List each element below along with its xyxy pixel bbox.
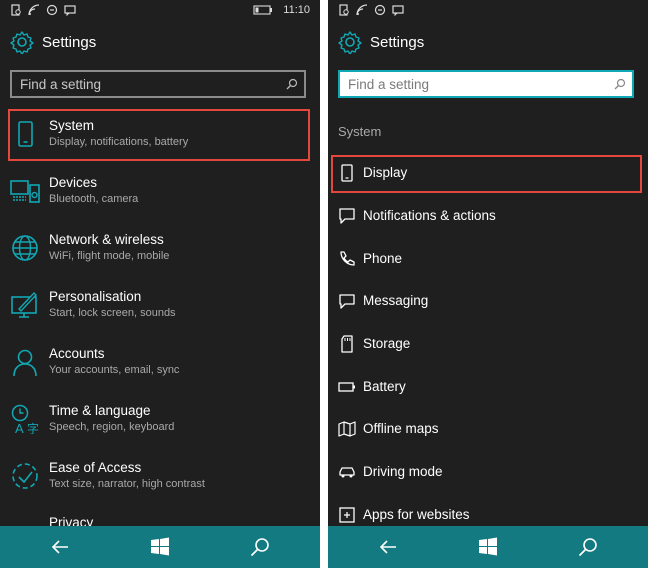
nav-bar — [328, 526, 648, 568]
setting-label: Messaging — [363, 293, 429, 308]
ease-of-access-icon — [12, 463, 38, 489]
setting-storage[interactable]: Storage — [328, 325, 648, 365]
category-description: Speech, region, keyboard — [49, 421, 175, 433]
quiet-hours-icon — [46, 4, 58, 16]
category-description: Bluetooth, camera — [49, 193, 139, 205]
search-box[interactable] — [338, 70, 634, 98]
category-description: Display, notifications, battery — [49, 136, 189, 148]
setting-offline-maps[interactable]: Offline maps — [328, 410, 648, 450]
devices-icon — [10, 180, 40, 203]
setting-label: Apps for websites — [363, 507, 470, 522]
gear-icon — [338, 31, 362, 54]
setting-label: Offline maps — [363, 421, 439, 436]
map-icon — [338, 421, 356, 437]
battery-icon — [338, 382, 355, 392]
setting-phone[interactable]: Phone — [328, 240, 648, 280]
status-bar — [328, 0, 648, 22]
setting-label: Phone — [363, 251, 403, 266]
page-header: Settings — [10, 30, 96, 54]
setting-label: Battery — [363, 379, 406, 394]
paintbrush-monitor-icon — [11, 291, 37, 318]
category-label: System — [49, 118, 95, 133]
setting-messaging[interactable]: Messaging — [328, 282, 648, 322]
wifi-icon — [28, 4, 40, 16]
category-time-language[interactable]: A字 Time & language Speech, region, keybo… — [0, 392, 320, 446]
globe-icon — [12, 235, 38, 261]
category-description: Text size, narrator, high contrast — [49, 478, 205, 490]
svg-text:字: 字 — [27, 421, 39, 434]
back-arrow-icon[interactable] — [50, 537, 70, 557]
category-ease-of-access[interactable]: Ease of Access Text size, narrator, high… — [0, 449, 320, 503]
notification-icon — [339, 4, 349, 16]
category-label: Ease of Access — [49, 460, 142, 475]
windows-logo-icon[interactable] — [150, 537, 170, 557]
app-window-icon — [339, 507, 355, 523]
setting-label: Driving mode — [363, 464, 443, 479]
search-icon[interactable] — [250, 537, 270, 557]
category-label: Personalisation — [49, 289, 142, 304]
setting-notifications[interactable]: Notifications & actions — [328, 197, 648, 237]
message-icon — [64, 5, 76, 16]
search-icon[interactable] — [578, 537, 598, 557]
category-description: Your accounts, email, sync — [49, 364, 180, 376]
quiet-hours-icon — [374, 4, 386, 16]
category-label: Accounts — [49, 346, 105, 361]
category-description: WiFi, flight mode, mobile — [49, 250, 170, 262]
category-accounts[interactable]: Accounts Your accounts, email, sync — [0, 335, 320, 389]
page-header: Settings — [338, 30, 424, 54]
category-personalisation[interactable]: Personalisation Start, lock screen, soun… — [0, 278, 320, 332]
phone-handset-icon — [340, 251, 355, 266]
person-icon — [13, 349, 37, 377]
category-description: Start, lock screen, sounds — [49, 307, 176, 319]
car-icon — [339, 467, 355, 478]
nav-bar — [0, 526, 320, 568]
windows-logo-icon[interactable] — [478, 537, 498, 557]
page-title: Settings — [42, 33, 97, 51]
status-bar: 11:10 — [0, 0, 320, 22]
phone-device-icon — [341, 164, 353, 182]
system-settings-screen: Settings System Display Notifications & … — [328, 0, 648, 568]
settings-home-screen: 11:10 Settings System Display, notificat… — [0, 0, 320, 568]
search-icon[interactable] — [614, 78, 626, 90]
setting-display[interactable]: Display — [328, 154, 648, 194]
category-network[interactable]: Network & wireless WiFi, flight mode, mo… — [0, 221, 320, 275]
category-label: Devices — [49, 175, 98, 190]
battery-icon — [253, 5, 273, 15]
phone-device-icon — [18, 121, 33, 147]
section-heading: System — [338, 124, 382, 139]
message-icon — [392, 5, 404, 16]
page-title: Settings — [370, 33, 425, 51]
sd-card-icon — [341, 335, 353, 353]
setting-battery[interactable]: Battery — [328, 368, 648, 408]
wifi-icon — [356, 4, 368, 16]
search-box[interactable] — [10, 70, 306, 98]
svg-text:A: A — [15, 421, 24, 434]
category-devices[interactable]: Devices Bluetooth, camera — [0, 164, 320, 218]
status-time: 11:10 — [283, 4, 310, 16]
search-input[interactable] — [20, 75, 270, 93]
setting-label: Display — [363, 165, 408, 180]
setting-label: Notifications & actions — [363, 208, 496, 223]
category-system[interactable]: System Display, notifications, battery — [0, 107, 320, 161]
search-input[interactable] — [348, 75, 598, 93]
time-language-icon: A字 — [11, 404, 39, 434]
message-bubble-icon — [339, 294, 355, 309]
category-label: Network & wireless — [49, 232, 164, 247]
setting-driving-mode[interactable]: Driving mode — [328, 453, 648, 493]
setting-label: Storage — [363, 336, 411, 351]
gear-icon — [10, 31, 34, 54]
back-arrow-icon[interactable] — [378, 537, 398, 557]
search-icon[interactable] — [286, 78, 298, 90]
category-label: Time & language — [49, 403, 151, 418]
notification-icon — [11, 4, 21, 16]
speech-bubble-icon — [339, 208, 355, 224]
